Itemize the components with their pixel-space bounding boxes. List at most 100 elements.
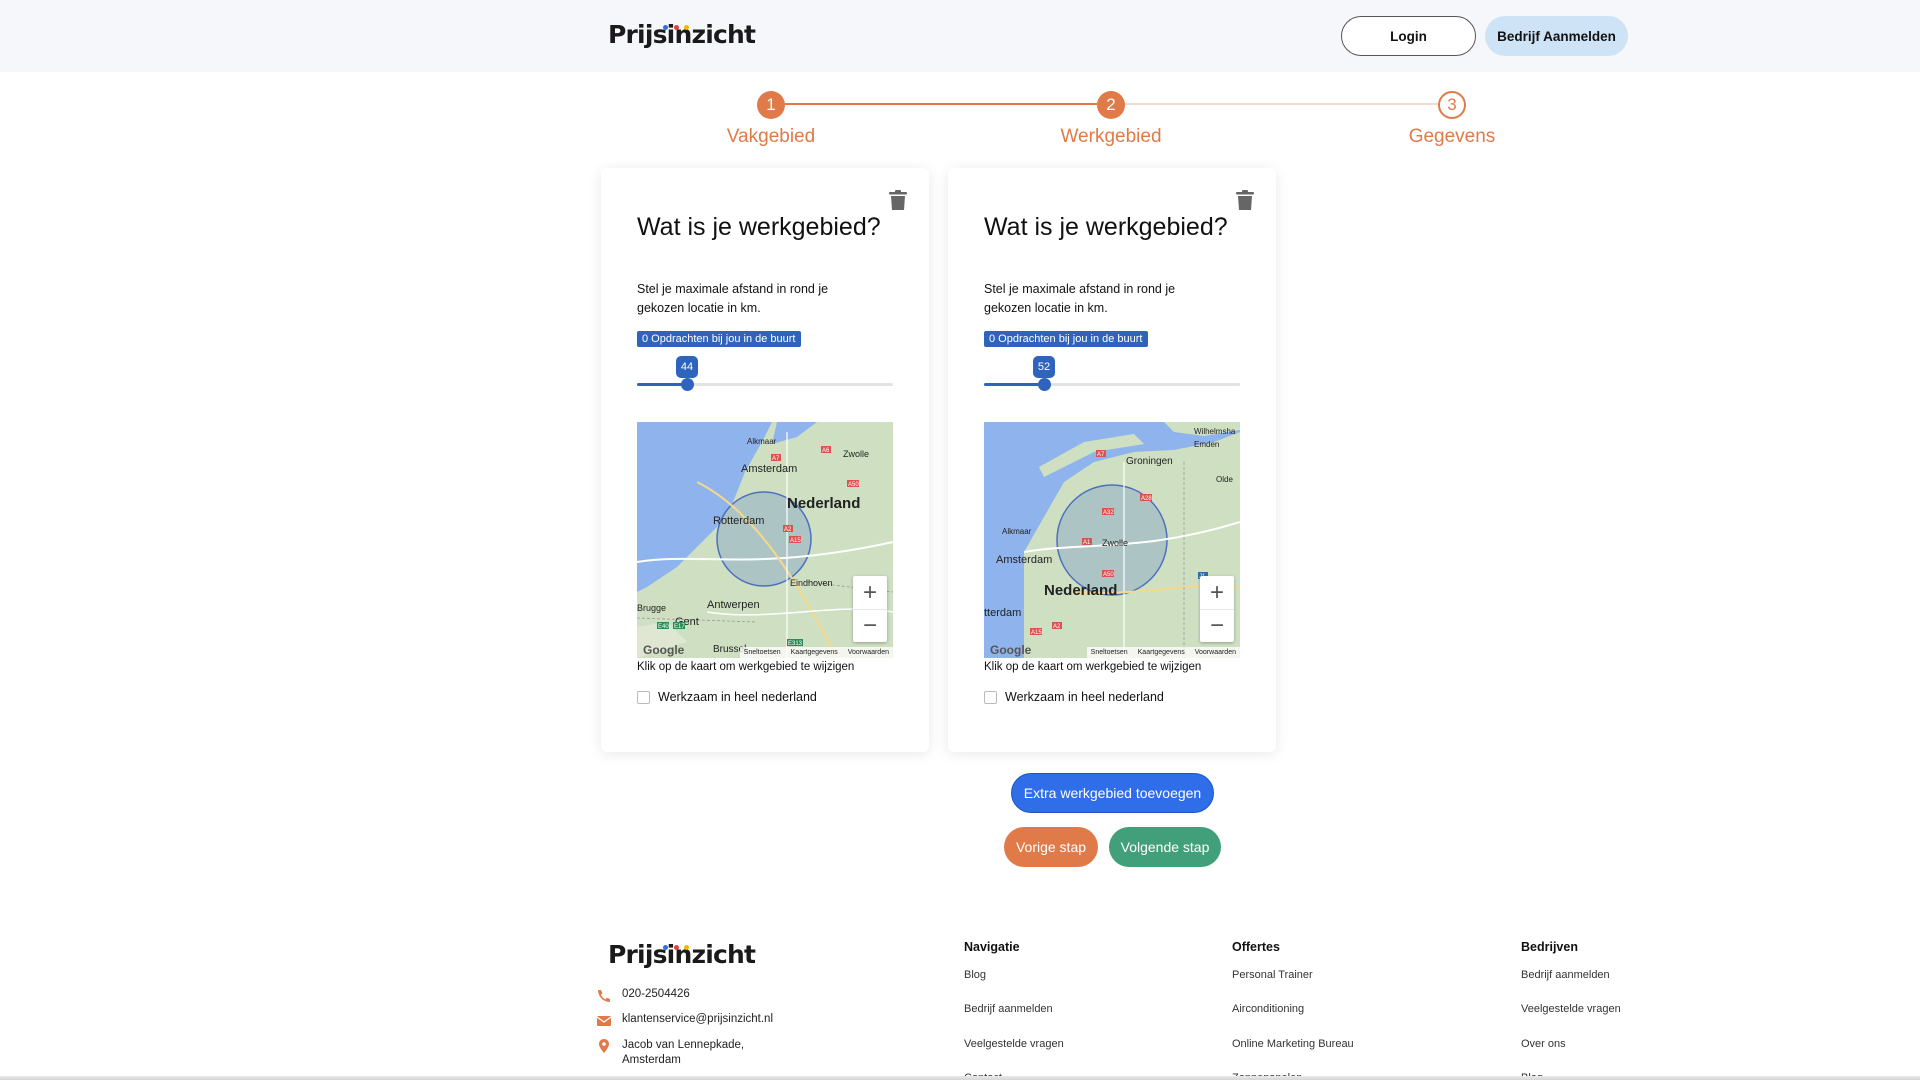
work-area-map[interactable]: Alkmaar Zwolle Amsterdam Nederland Rotte…	[637, 422, 893, 658]
slider-fill	[637, 383, 687, 386]
address-text: Jacob van Lennepkade, Amsterdam	[622, 1038, 744, 1068]
map-shortcuts-link[interactable]: Sneltoetsen	[744, 649, 781, 656]
road-label: A2	[784, 527, 792, 533]
whole-country-label[interactable]: Werkzaam in heel nederland	[1005, 690, 1164, 704]
slider-thumb[interactable]	[1038, 378, 1051, 391]
slider-thumb[interactable]	[681, 378, 694, 391]
card-description: Stel je maximale afstand in rond je geko…	[637, 282, 829, 315]
slider-value-tooltip: 44	[676, 356, 698, 378]
road-label: A32	[1103, 510, 1114, 516]
site-header: Prijsinzicht Login Bedrijf Aanmelden	[0, 0, 1920, 72]
zoom-in-icon[interactable]: +	[853, 576, 887, 609]
google-logo: Google	[643, 643, 685, 657]
step-1-circle: 1	[757, 91, 785, 119]
map-shortcuts-link[interactable]: Sneltoetsen	[1091, 649, 1128, 656]
page-bottom-edge	[0, 1076, 1920, 1080]
phone-number[interactable]: 020-2504426	[622, 988, 690, 1000]
zoom-in-icon[interactable]: +	[1200, 576, 1234, 609]
logo-dot-blue	[663, 945, 668, 950]
register-company-button[interactable]: Bedrijf Aanmelden	[1485, 16, 1628, 56]
road-label: A15	[1031, 630, 1042, 636]
address-line-2: Amsterdam	[622, 1054, 681, 1066]
distance-slider[interactable]: 52	[984, 356, 1240, 400]
map-label-alkmaar: Alkmaar	[1002, 527, 1032, 536]
work-area-map[interactable]: Wilhelmsha Emden Groningen Olde Alkmaar …	[984, 422, 1240, 658]
map-label-amsterdam: Amsterdam	[741, 463, 797, 475]
road-label: A6	[822, 448, 830, 454]
distance-slider[interactable]: 44	[637, 356, 893, 400]
map-attribution: Google Sneltoetsen Kaartgegevens Voorwaa…	[637, 643, 893, 658]
map-label-oldenburg: Olde	[1216, 475, 1233, 484]
map-hint: Klik op de kaart om werkgebied te wijzig…	[984, 661, 1202, 673]
footer-link[interactable]: Veelgestelde vragen	[964, 1038, 1064, 1050]
road-label: A50	[848, 482, 859, 488]
slider-fill	[984, 383, 1044, 386]
map-label-amsterdam: Amsterdam	[996, 554, 1052, 566]
road-label: E40	[658, 624, 669, 630]
logo-text: Prijsinzicht	[608, 20, 756, 49]
map-label-brugge: Brugge	[637, 603, 666, 613]
footer-link[interactable]: Airconditioning	[1232, 1003, 1304, 1015]
zoom-out-icon[interactable]: −	[853, 609, 887, 642]
footer-address: Jacob van Lennepkade, Amsterdam	[596, 1038, 744, 1068]
road-label: A7	[772, 456, 780, 462]
email-address[interactable]: klantenservice@prijsinzicht.nl	[622, 1013, 773, 1025]
login-button[interactable]: Login	[1341, 16, 1476, 56]
footer-col-navigatie-title: Navigatie	[964, 940, 1020, 954]
logo-dot-yellow	[684, 945, 689, 950]
location-pin-icon	[599, 1039, 609, 1053]
trash-icon[interactable]	[889, 190, 907, 210]
slider-value-tooltip: 52	[1033, 356, 1055, 378]
map-label-wilhelmshaven: Wilhelmsha	[1194, 427, 1236, 436]
logo-dot-blue	[663, 25, 668, 30]
map-data-link[interactable]: Kaartgegevens	[791, 649, 838, 656]
trash-icon[interactable]	[1236, 190, 1254, 210]
footer-col-bedrijven-title: Bedrijven	[1521, 940, 1578, 954]
work-area-card-2: Wat is je werkgebied? Stel je maximale a…	[948, 168, 1276, 752]
footer-link[interactable]: Veelgestelde vragen	[1521, 1003, 1621, 1015]
step-1-label: Vakgebied	[726, 126, 816, 147]
map-data-link[interactable]: Kaartgegevens	[1138, 649, 1185, 656]
zoom-out-icon[interactable]: −	[1200, 609, 1234, 642]
map-label-emden: Emden	[1194, 440, 1219, 449]
footer-link[interactable]: Blog	[964, 969, 986, 981]
add-work-area-button[interactable]: Extra werkgebied toevoegen	[1011, 773, 1214, 813]
map-label-rotterdam: tterdam	[984, 607, 1021, 619]
whole-country-option[interactable]: Werkzaam in heel nederland	[637, 690, 817, 704]
road-label: A7	[1097, 452, 1105, 458]
logo-dot-red	[674, 25, 679, 30]
footer-email[interactable]: klantenservice@prijsinzicht.nl	[596, 1013, 773, 1028]
road-label: A15	[790, 538, 801, 544]
whole-country-checkbox[interactable]	[637, 690, 650, 704]
step-3-circle: 3	[1438, 91, 1466, 119]
whole-country-checkbox[interactable]	[984, 690, 997, 704]
map-label-alkmaar: Alkmaar	[747, 437, 777, 446]
footer-link[interactable]: Online Marketing Bureau	[1232, 1038, 1354, 1050]
previous-step-button[interactable]: Vorige stap	[1004, 827, 1098, 867]
card-description: Stel je maximale afstand in rond je geko…	[984, 282, 1176, 315]
next-step-button[interactable]: Volgende stap	[1109, 827, 1221, 867]
map-terms-link[interactable]: Voorwaarden	[848, 649, 889, 656]
road-label: A28	[1141, 496, 1152, 502]
whole-country-option[interactable]: Werkzaam in heel nederland	[984, 690, 1164, 704]
footer-link[interactable]: Over ons	[1521, 1038, 1566, 1050]
map-label-antwerpen: Antwerpen	[707, 599, 760, 611]
logo-dot-red	[674, 945, 679, 950]
footer-phone[interactable]: 020-2504426	[596, 988, 690, 1003]
whole-country-label[interactable]: Werkzaam in heel nederland	[658, 690, 817, 704]
map-label-zwolle: Zwolle	[843, 449, 869, 459]
footer-link[interactable]: Bedrijf aanmelden	[964, 1003, 1053, 1015]
nearby-jobs-badge: 0 Opdrachten bij jou in de buurt	[637, 331, 801, 347]
road-label: A2	[1053, 624, 1061, 630]
site-logo[interactable]: Prijsinzicht	[608, 20, 756, 49]
map-terms-link[interactable]: Voorwaarden	[1195, 649, 1236, 656]
step-3-label: Gegevens	[1408, 126, 1496, 147]
footer-link[interactable]: Bedrijf aanmelden	[1521, 969, 1610, 981]
map-label-eindhoven: Eindhoven	[790, 578, 833, 588]
logo-text: Prijsinzicht	[608, 940, 756, 969]
footer-link[interactable]: Personal Trainer	[1232, 969, 1313, 981]
email-icon	[596, 1016, 612, 1026]
phone-icon	[598, 990, 610, 1002]
footer-logo[interactable]: Prijsinzicht	[608, 940, 756, 969]
step-connector-1	[785, 103, 1097, 105]
